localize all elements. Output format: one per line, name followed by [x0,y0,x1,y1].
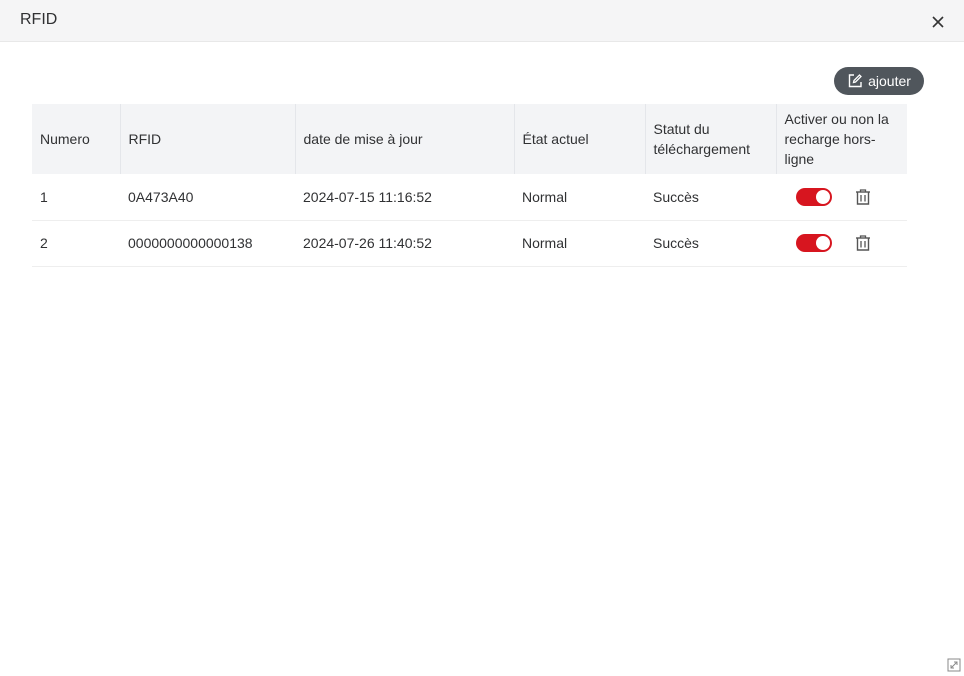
add-button[interactable]: ajouter [834,67,924,95]
cell-actions [776,220,907,267]
dialog-header: RFID [0,0,964,42]
offline-charge-toggle[interactable] [796,234,832,252]
column-header-date: date de mise à jour [295,104,515,174]
edit-square-icon [848,74,863,88]
cell-actions [776,174,907,221]
dialog-title: RFID [20,11,58,28]
column-header-rfid: RFID [120,104,296,174]
cell-rfid: 0000000000000138 [120,220,295,267]
table-row: 2 0000000000000138 2024-07-26 11:40:52 N… [32,220,907,267]
table-header-row: Numero RFID date de mise à jour État act… [32,104,907,174]
column-header-numero: Numero [32,104,121,174]
column-header-statut: Statut du téléchargement [645,104,777,174]
trash-icon[interactable] [854,188,872,206]
column-header-offline: Activer ou non la recharge hors-ligne [776,104,907,174]
cell-numero: 2 [32,220,120,267]
rfid-dialog: RFID ajouter Numero RFID date de mise à … [0,0,964,676]
rfid-table: Numero RFID date de mise à jour État act… [32,104,907,267]
column-header-etat: État actuel [514,104,646,174]
cell-statut: Succès [645,220,776,267]
cell-statut: Succès [645,174,776,221]
resize-icon[interactable] [947,658,961,672]
cell-etat: Normal [514,220,645,267]
cell-date: 2024-07-26 11:40:52 [295,220,514,267]
add-button-label: ajouter [868,73,911,89]
cell-date: 2024-07-15 11:16:52 [295,174,514,221]
cell-etat: Normal [514,174,645,221]
cell-rfid: 0A473A40 [120,174,295,221]
trash-icon[interactable] [854,234,872,252]
close-icon[interactable] [928,12,948,32]
offline-charge-toggle[interactable] [796,187,832,206]
cell-numero: 1 [32,174,120,221]
table-row: 1 0A473A40 2024-07-15 11:16:52 Normal Su… [32,174,907,221]
